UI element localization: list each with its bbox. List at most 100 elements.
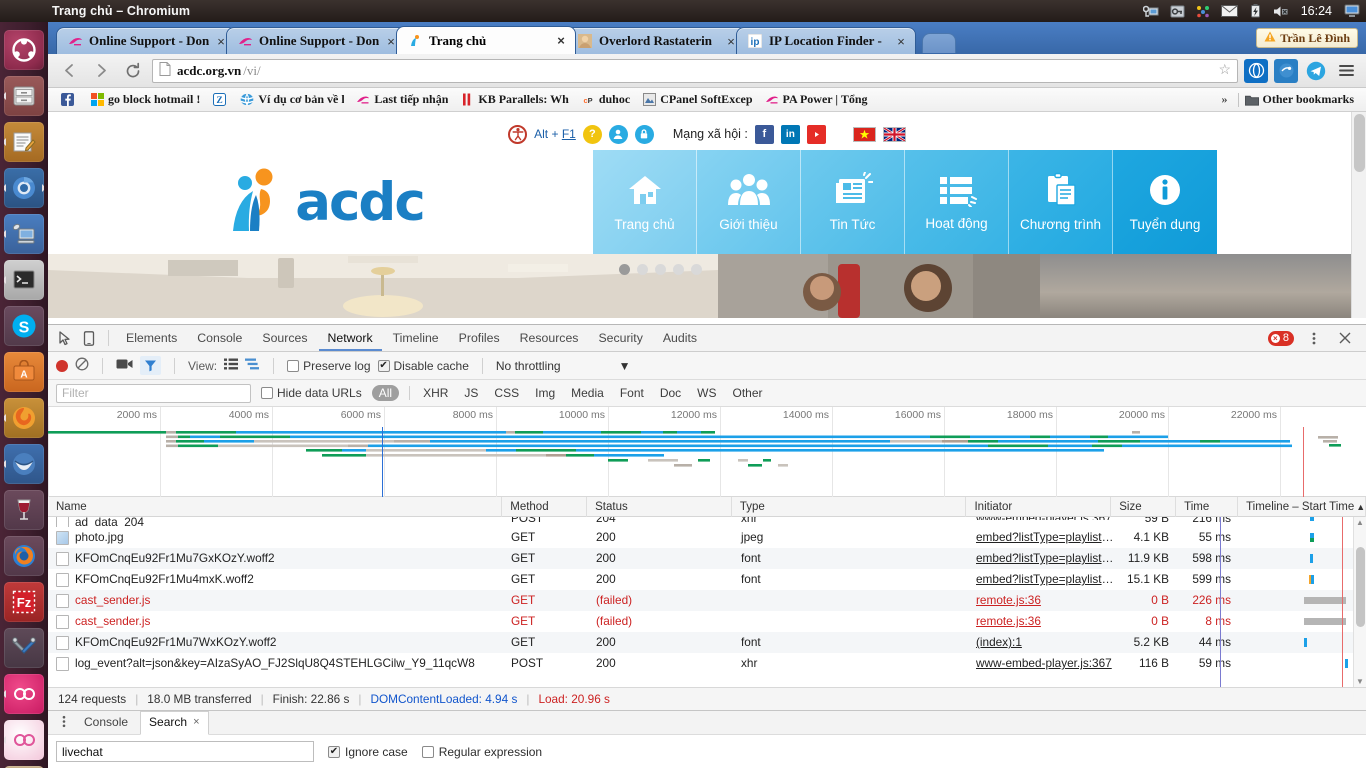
key-icon[interactable] xyxy=(1169,3,1186,19)
devtools-tab-security[interactable]: Security xyxy=(589,325,651,351)
address-bar[interactable]: acdc.org.vn /vi/ ☆ xyxy=(152,58,1238,83)
hide-data-urls-checkbox[interactable]: Hide data URLs xyxy=(261,386,362,400)
tab-close-icon[interactable]: × xyxy=(553,33,569,48)
reload-button[interactable] xyxy=(120,58,146,84)
help-icon[interactable]: ? xyxy=(582,124,602,144)
scroll-up-arrow-icon[interactable]: ▲ xyxy=(1356,518,1364,527)
carousel-dot[interactable] xyxy=(691,264,702,275)
nav-item-gioi-thieu[interactable]: Giới thiệu xyxy=(697,150,801,254)
devtools-tab-audits[interactable]: Audits xyxy=(654,325,706,351)
new-tab-button[interactable] xyxy=(922,33,956,53)
linkedin-icon[interactable]: in xyxy=(780,124,800,144)
launcher-text-editor-icon[interactable] xyxy=(4,122,44,162)
hero-slide-image[interactable] xyxy=(48,254,718,318)
bookmark-item[interactable]: go block hotmail ! xyxy=(84,92,206,107)
devtools-tab-console[interactable]: Console xyxy=(188,325,251,351)
row-initiator[interactable]: remote.js:36 xyxy=(968,611,1113,632)
launcher-skype-icon[interactable]: S xyxy=(4,306,44,346)
launcher-thunderbird-icon[interactable] xyxy=(4,444,44,484)
devtools-tab-timeline[interactable]: Timeline xyxy=(384,325,448,351)
launcher-terminal-icon[interactable] xyxy=(4,260,44,300)
bookmark-star-icon[interactable]: ☆ xyxy=(1218,62,1231,79)
clock[interactable]: 16:24 xyxy=(1299,4,1334,18)
device-toggle-icon[interactable] xyxy=(78,328,100,348)
launcher-wine-icon[interactable] xyxy=(4,490,44,530)
launcher-teamviewer-icon[interactable] xyxy=(4,674,44,714)
carousel-dot[interactable] xyxy=(673,264,684,275)
initiator-link[interactable]: embed?listType=playlist&l… xyxy=(976,527,1112,548)
row-initiator[interactable]: (index):1 xyxy=(968,632,1113,653)
devtools-tab-sources[interactable]: Sources xyxy=(253,325,316,351)
tab-close-icon[interactable]: × xyxy=(893,34,909,49)
site-logo[interactable]: acdc xyxy=(48,150,593,254)
row-initiator[interactable]: www-embed-player.js:367 xyxy=(968,653,1113,674)
table-body[interactable]: ad_data_204 POST 204 xhr www-embed-playe… xyxy=(48,517,1366,687)
funnel-icon[interactable] xyxy=(140,356,161,375)
initiator-link[interactable]: embed?listType=playlist&l… xyxy=(976,548,1112,569)
lock-icon[interactable] xyxy=(634,124,654,144)
error-count-badge[interactable]: × 8 xyxy=(1267,330,1294,346)
uk-flag[interactable] xyxy=(882,126,906,142)
kebab-menu-icon[interactable] xyxy=(56,715,72,731)
page-scrollbar-thumb[interactable] xyxy=(1354,114,1365,172)
table-row[interactable]: KFOmCnqEu92Fr1Mu7WxKOzY.woff2 GET 200 fo… xyxy=(48,632,1366,653)
devtools-tab-resources[interactable]: Resources xyxy=(511,325,588,351)
launcher-chromium-icon[interactable] xyxy=(4,168,44,208)
hero-side-image[interactable] xyxy=(718,254,1366,318)
initiator-link[interactable]: embed?listType=playlist&l… xyxy=(976,569,1112,590)
clear-icon[interactable] xyxy=(75,357,89,374)
column-header-size[interactable]: Size xyxy=(1111,497,1177,517)
column-header-initiator[interactable]: Initiator xyxy=(966,497,1112,517)
filter-type-ws[interactable]: WS xyxy=(694,386,719,400)
user-profile-chip[interactable]: Trần Lê Đình xyxy=(1256,28,1358,48)
row-name[interactable]: KFOmCnqEu92Fr1Mu7GxKOzY.woff2 xyxy=(48,548,503,569)
browser-tab-active[interactable]: Trang chủ × xyxy=(396,26,576,54)
row-name[interactable]: ad_data_204 xyxy=(48,517,503,527)
disable-cache-checkbox[interactable]: ✔ Disable cache xyxy=(377,359,469,373)
network-overview-graph[interactable]: 2000 ms 4000 ms 6000 ms 8000 ms 10000 ms… xyxy=(48,407,1366,497)
filter-type-doc[interactable]: Doc xyxy=(657,386,684,400)
list-view-icon[interactable] xyxy=(224,358,239,373)
bookmark-item[interactable]: Z xyxy=(206,93,234,107)
accessibility-icon[interactable] xyxy=(508,124,528,144)
row-name[interactable]: KFOmCnqEu92Fr1Mu7WxKOzY.woff2 xyxy=(48,632,503,653)
initiator-link[interactable]: www-embed-player.js:367 xyxy=(976,517,1112,520)
table-row[interactable]: KFOmCnqEu92Fr1Mu7GxKOzY.woff2 GET 200 fo… xyxy=(48,548,1366,569)
column-header-timeline[interactable]: Timeline – Start Time ▲ xyxy=(1238,497,1366,517)
row-initiator[interactable]: remote.js:36 xyxy=(968,590,1113,611)
row-initiator[interactable]: embed?listType=playlist&l… xyxy=(968,527,1113,548)
table-row[interactable]: log_event?alt=json&key=AIzaSyAO_FJ2SlqU8… xyxy=(48,653,1366,674)
bookmark-item[interactable]: CPanel SoftExcep xyxy=(636,92,758,107)
display-icon[interactable] xyxy=(1143,3,1160,19)
launcher-firefox-icon[interactable] xyxy=(4,536,44,576)
scroll-down-arrow-icon[interactable]: ▼ xyxy=(1356,677,1364,686)
nav-item-tin-tuc[interactable]: Tin Tức xyxy=(801,150,905,254)
table-row[interactable]: cast_sender.js GET (failed) remote.js:36… xyxy=(48,590,1366,611)
bookmarks-overflow-button[interactable]: » xyxy=(1212,92,1238,107)
filter-type-media[interactable]: Media xyxy=(568,386,607,400)
table-row[interactable]: ad_data_204 POST 204 xhr www-embed-playe… xyxy=(48,517,1366,527)
inspect-cursor-icon[interactable] xyxy=(54,328,76,348)
row-name[interactable]: cast_sender.js xyxy=(48,611,503,632)
row-initiator[interactable]: www-embed-player.js:367 xyxy=(968,517,1113,527)
table-row[interactable]: photo.jpg GET 200 jpeg embed?listType=pl… xyxy=(48,527,1366,548)
devtools-tab-profiles[interactable]: Profiles xyxy=(450,325,509,351)
user-icon[interactable] xyxy=(608,124,628,144)
row-name[interactable]: log_event?alt=json&key=AIzaSyAO_FJ2SlqU8… xyxy=(48,653,503,674)
nav-item-chuong-trinh[interactable]: Chương trình xyxy=(1009,150,1113,254)
devtools-tab-elements[interactable]: Elements xyxy=(117,325,186,351)
battery-icon[interactable] xyxy=(1247,3,1264,19)
youtube-icon[interactable] xyxy=(806,124,826,144)
column-header-time[interactable]: Time xyxy=(1176,497,1239,517)
camera-icon[interactable] xyxy=(116,358,133,373)
table-scrollbar[interactable]: ▲ ▼ xyxy=(1353,517,1366,687)
volume-muted-icon[interactable] xyxy=(1273,3,1290,19)
mail-icon[interactable] xyxy=(1220,3,1238,19)
nav-item-trang-chu[interactable]: Trang chủ xyxy=(593,150,697,254)
nav-item-tuyen-dung[interactable]: Tuyển dụng xyxy=(1113,150,1217,254)
kebab-menu-icon[interactable] xyxy=(1303,328,1325,348)
carousel-dot[interactable] xyxy=(655,264,666,275)
launcher-remmina-icon[interactable] xyxy=(4,214,44,254)
column-header-type[interactable]: Type xyxy=(732,497,967,517)
launcher-software-center-icon[interactable]: A xyxy=(4,352,44,392)
